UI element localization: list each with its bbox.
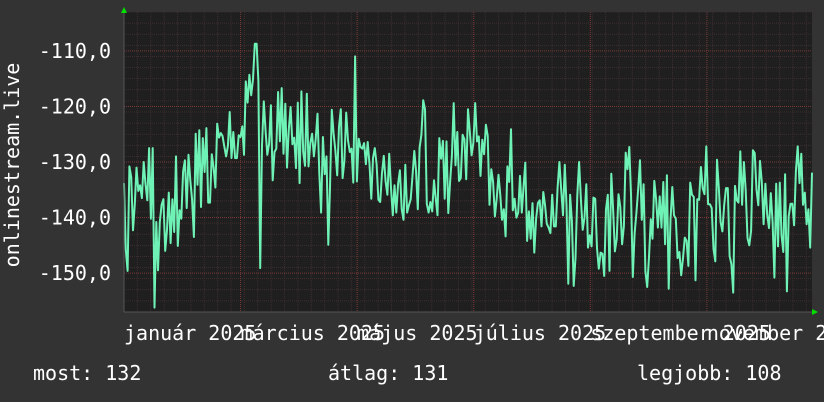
y-tick-label: -130,0 (39, 150, 111, 174)
x-tick-label: július 2025 (474, 321, 606, 345)
x-tick-labels: január 2025március 2025május 2025július … (124, 321, 824, 345)
best-value-label: legjobb: 108 (637, 361, 782, 385)
y-tick-label: -150,0 (39, 261, 111, 285)
x-tick-label: május 2025 (357, 321, 477, 345)
x-tick-label: január 2025 (124, 321, 256, 345)
x-tick-label: november 2025 (707, 321, 824, 345)
y-tick-label: -120,0 (39, 94, 111, 118)
y-tick-label: -140,0 (39, 206, 111, 230)
current-value-label: most: 132 (33, 361, 142, 385)
y-axis-arrow-icon (121, 7, 127, 13)
average-value-label: átlag: 131 (328, 361, 449, 385)
x-axis-arrow-icon (812, 309, 818, 315)
y-axis-label: onlinestream.live (0, 63, 24, 268)
line-chart: -110,0 -120,0 -130,0 -140,0 -150,0 január 20… (0, 7, 824, 345)
y-tick-labels: -110,0 -120,0 -130,0 -140,0 -150,0 (39, 39, 111, 285)
y-tick-label: -110,0 (39, 39, 111, 63)
